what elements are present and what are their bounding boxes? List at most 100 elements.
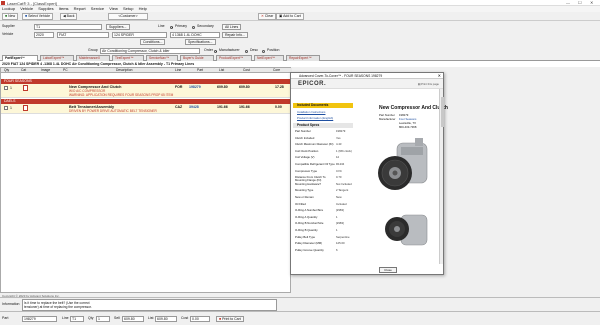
spec-key: Clutch Maximum Diameter (IN) — [295, 142, 334, 147]
spec-value: New — [336, 195, 342, 199]
cost-field[interactable]: 0.00 — [190, 316, 210, 322]
list-label: List — [148, 316, 154, 320]
part-note: DRIVEN BY POWER DRIVE AUTOMATIC BELT TEN… — [69, 109, 157, 113]
new-button[interactable]: ■ New — [2, 13, 19, 20]
spec-key: O-Ring A Quantity — [295, 214, 318, 219]
manufacturer-label: Manufacturer — [219, 48, 240, 52]
col-list[interactable]: List — [219, 68, 224, 73]
spec-key: Oil Filled — [295, 201, 306, 206]
product-specs-header[interactable]: Product Specs — [293, 123, 353, 128]
part-number[interactable]: 198279 — [189, 85, 201, 89]
part-field[interactable]: 198279 — [22, 316, 57, 322]
table-row[interactable]: 1 Belt Tensioner/Assembly DRIVEN BY POWE… — [1, 104, 292, 114]
line-label: Line — [158, 24, 165, 28]
print-page-link[interactable]: ▤ Print this page — [418, 82, 439, 86]
dialog-header: EPICOR. ▤ Print this page — [291, 79, 443, 89]
col-part[interactable]: Part — [197, 68, 203, 73]
add-to-cart-button[interactable]: ▣ Add to Cart — [276, 13, 304, 20]
primary-label: Primary — [175, 24, 188, 28]
table-row[interactable]: 1 New Compressor And Clutch W/O A/C COMP… — [1, 84, 292, 98]
col-description[interactable]: Description — [116, 68, 133, 73]
maximize-button[interactable]: ☐ — [578, 0, 582, 5]
line-field[interactable]: T1 — [70, 316, 84, 322]
col-image[interactable]: Image — [41, 68, 50, 73]
spec-key: Mounting Hardware? — [295, 181, 321, 186]
all-lines-button[interactable]: All Lines — [222, 24, 242, 30]
part-number[interactable]: 39428 — [189, 105, 199, 109]
close-window-button[interactable]: ✕ — [590, 0, 593, 5]
primary-radio[interactable] — [170, 25, 173, 29]
customer-field[interactable]: <Customer> — [108, 13, 148, 20]
dialog-close-button[interactable]: Close — [379, 267, 397, 273]
specifications-button[interactable]: Specifications... — [185, 39, 216, 45]
spec-value: 1 (fifth clock) — [336, 148, 352, 153]
part-line: FOR — [175, 85, 183, 89]
col-cost[interactable]: Cost — [243, 68, 250, 73]
spec-value: R1234 — [336, 162, 345, 166]
supplier-select[interactable]: T1 — [34, 24, 102, 30]
sell-field[interactable]: 609.80 — [122, 316, 144, 322]
part-core: 0.00 — [275, 105, 282, 109]
spec-row: Compatible Refrigerant Oil Type R1234 — [295, 163, 355, 169]
part-list: 191.66 — [217, 105, 228, 109]
catalog-icon[interactable] — [23, 105, 28, 111]
engine-select[interactable]: 4 1368 1.4L DOHC — [170, 32, 220, 38]
cover-to-cover-dialog: Advanced Cover-To-Cover™ - FOUR SEASONS … — [290, 72, 448, 275]
qty-field[interactable]: 1 — [96, 316, 110, 322]
back-button[interactable]: ◀ Back — [60, 13, 78, 20]
conditions-button[interactable]: Conditions... — [140, 39, 166, 45]
desc-radio[interactable] — [245, 49, 248, 53]
spec-value: 1 — [336, 214, 338, 219]
spec-value: 125.00 — [336, 241, 345, 246]
col-cat[interactable]: Cat — [21, 68, 26, 73]
col-core[interactable]: Core — [273, 68, 280, 73]
catalog-icon[interactable] — [23, 85, 28, 91]
model-select[interactable]: 124 SPIDER — [112, 32, 167, 38]
spec-row: Pulley Groove Quantity 6 — [295, 247, 355, 255]
dialog-scrollbar[interactable] — [439, 89, 444, 264]
window-title: LaserCat® 3 - [ClassExpert] — [7, 0, 57, 6]
col-qty[interactable]: Qty — [4, 68, 9, 73]
print-to-cart-button[interactable]: ■ Print to Cart — [216, 316, 244, 322]
spec-key: O-Ring A Number/Size — [295, 208, 324, 213]
spec-value: [2983] — [336, 221, 344, 226]
parts-grid: Qty Cat Image PC Description Line Part L… — [0, 67, 292, 293]
secondary-radio[interactable] — [192, 25, 195, 29]
minimize-button[interactable]: — — [566, 0, 570, 5]
position-radio[interactable] — [262, 49, 265, 53]
spec-key: New or Reman — [295, 195, 314, 199]
information-label: Information — [2, 302, 20, 306]
group-row: Group Air Conditioning Compressor, Clutc… — [0, 47, 600, 55]
make-select[interactable]: FIAT — [57, 32, 109, 38]
clear-button[interactable]: ✕ Clear — [258, 13, 277, 20]
col-line[interactable]: Line — [175, 68, 181, 73]
spec-key: Pulley Groove Quantity — [295, 247, 324, 252]
spec-key: Part Number — [295, 129, 311, 133]
manufacturer-radio[interactable] — [214, 49, 217, 53]
spec-value: 0.70 — [336, 175, 342, 180]
repair-info-button[interactable]: Repair Info... — [222, 32, 249, 38]
information-text: Is it time to replace the belt? (Use the… — [22, 299, 277, 311]
year-select[interactable]: 2020 — [34, 32, 54, 38]
scrollbar-thumb[interactable] — [440, 97, 444, 127]
spec-value: CVC — [336, 168, 342, 173]
product-information-link[interactable]: Product Information (English) — [297, 116, 333, 120]
information-panel: Information Is it time to replace the be… — [0, 297, 600, 311]
suppliers-button[interactable]: Suppliers... — [106, 24, 130, 30]
part-cost: 609.80 — [239, 85, 250, 89]
group-select[interactable]: Air Conditioning Compressor, Clutch & Id… — [100, 48, 200, 54]
list-field[interactable]: 609.80 — [155, 316, 177, 322]
col-pc[interactable]: PC — [63, 68, 68, 73]
spec-key: Pulley Belt Type — [295, 234, 316, 239]
installation-instructions-link[interactable]: Installation Instructions — [297, 110, 325, 114]
supplier-label: Supplier — [2, 24, 15, 28]
spec-row: Part Number 198279 — [295, 130, 355, 136]
qty-box[interactable] — [4, 106, 8, 110]
spec-value: Included — [336, 201, 347, 206]
spec-key: Compatible Refrigerant Oil Type — [295, 162, 335, 166]
secondary-label: Secondary — [197, 24, 214, 28]
included-documents-header[interactable]: Included Documents — [293, 103, 353, 108]
spec-value: Yes — [336, 135, 341, 140]
qty-box[interactable] — [4, 86, 8, 90]
select-vehicle-button[interactable]: ■ Select Vehicle — [22, 13, 54, 20]
